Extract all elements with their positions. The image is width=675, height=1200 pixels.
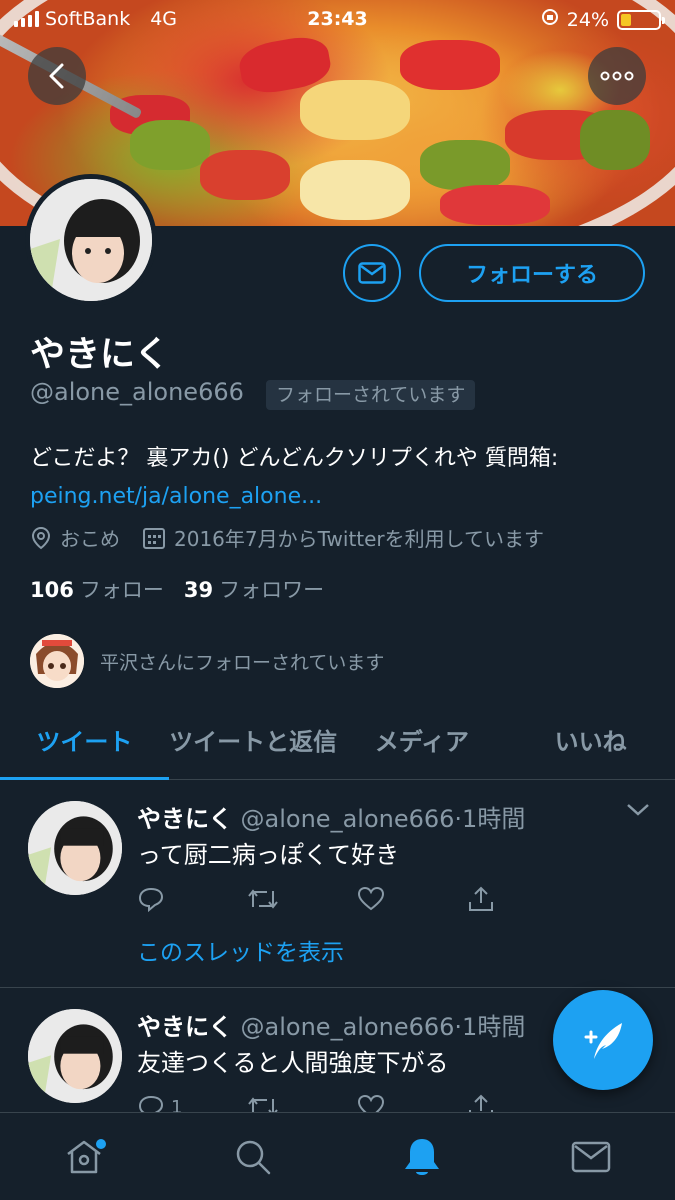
tweet-handle: @alone_alone666 (240, 805, 455, 833)
follows-you-badge: フォローされています (266, 380, 476, 410)
nav-search[interactable] (169, 1113, 338, 1200)
share-icon (469, 886, 493, 911)
location-pin-icon (31, 526, 51, 549)
notifications-icon (404, 1138, 439, 1175)
battery-icon (617, 9, 665, 30)
profile-bio: どこだよ？ 裏アカ() どんどんクソリプくれや 質問箱: peing.net/j… (30, 440, 650, 516)
battery-percent: 24% (566, 8, 609, 31)
envelope-icon (358, 262, 386, 284)
tweet-avatar[interactable] (28, 1009, 122, 1103)
tweet-author: やきにく (137, 805, 233, 833)
tweet-avatar[interactable] (28, 801, 122, 895)
followed-by-row[interactable]: 平沢さんにフォローされています (30, 634, 384, 688)
nav-notifications[interactable] (338, 1113, 507, 1200)
more-icon (600, 71, 634, 81)
follower-avatar (30, 634, 84, 688)
profile-handle: @alone_alone666 (30, 378, 244, 406)
profile-avatar[interactable] (25, 174, 157, 306)
bio-text: どこだよ？ 裏アカ() どんどんクソリプくれや 質問箱: (30, 446, 559, 471)
compose-tweet-icon (584, 1023, 622, 1059)
back-button[interactable] (28, 47, 86, 105)
messages-icon (571, 1141, 610, 1172)
profile-tabs: ツイート ツイートと返信 メディア いいね (0, 700, 675, 780)
tweet-actions (137, 885, 577, 913)
show-thread-link[interactable]: このスレッドを表示 (137, 933, 344, 967)
chevron-down-icon[interactable] (626, 803, 650, 817)
tab-tweets[interactable]: ツイート (0, 700, 169, 780)
nav-messages[interactable] (506, 1113, 675, 1200)
calendar-icon (143, 527, 165, 549)
location-label: おこめ (60, 527, 120, 551)
tab-likes[interactable]: いいね (506, 700, 675, 779)
like-button[interactable] (357, 885, 467, 913)
status-bar: SoftBank 4G 23:43 24% (0, 0, 675, 40)
retweet-button[interactable] (247, 885, 357, 913)
nav-home[interactable] (0, 1113, 169, 1200)
followers-link[interactable]: 39 フォロワー (184, 574, 324, 604)
more-button[interactable] (588, 47, 646, 105)
bottom-nav (0, 1112, 675, 1200)
follow-counts: 106 フォロー 39 フォロワー (30, 574, 324, 604)
rotation-lock-icon (541, 8, 559, 31)
reply-icon (138, 887, 164, 912)
bio-link[interactable]: peing.net/ja/alone_alone... (30, 478, 650, 516)
follow-button[interactable]: フォローする (419, 244, 645, 302)
tweet-text: 友達つくると人間強度下がる (137, 1049, 449, 1077)
share-button[interactable] (467, 885, 577, 913)
message-button[interactable] (343, 244, 401, 302)
tweet[interactable]: やきにく @alone_alone666·1時間 って厨二病っぽくて好き このスレ… (0, 781, 675, 988)
new-content-dot (96, 1139, 106, 1149)
tweet-author: やきにく (137, 1013, 233, 1041)
tab-tweets-and-replies[interactable]: ツイートと返信 (169, 700, 338, 779)
tweet-header: やきにく @alone_alone666·1時間 (137, 799, 525, 834)
reply-button[interactable] (137, 885, 247, 913)
profile-meta: おこめ 2016年7月からTwitterを利用しています (30, 523, 566, 552)
chevron-left-icon (49, 63, 64, 89)
search-icon (236, 1140, 271, 1174)
tweet-time: ·1時間 (454, 805, 526, 833)
following-link[interactable]: 106 フォロー (30, 574, 164, 604)
tweet-handle: @alone_alone666 (240, 1013, 455, 1041)
joined-label: 2016年7月からTwitterを利用しています (174, 527, 545, 551)
followed-by-text: 平沢さんにフォローされています (100, 651, 385, 674)
retweet-icon (248, 889, 278, 909)
tweet-text: って厨二病っぽくて好き (137, 841, 400, 869)
heart-icon (357, 886, 385, 911)
compose-tweet-button[interactable] (553, 990, 653, 1090)
tweet-time: ·1時間 (454, 1013, 526, 1041)
tab-media[interactable]: メディア (338, 700, 507, 779)
tweet-header: やきにく @alone_alone666·1時間 (137, 1007, 525, 1042)
profile-name: やきにく (30, 335, 170, 375)
